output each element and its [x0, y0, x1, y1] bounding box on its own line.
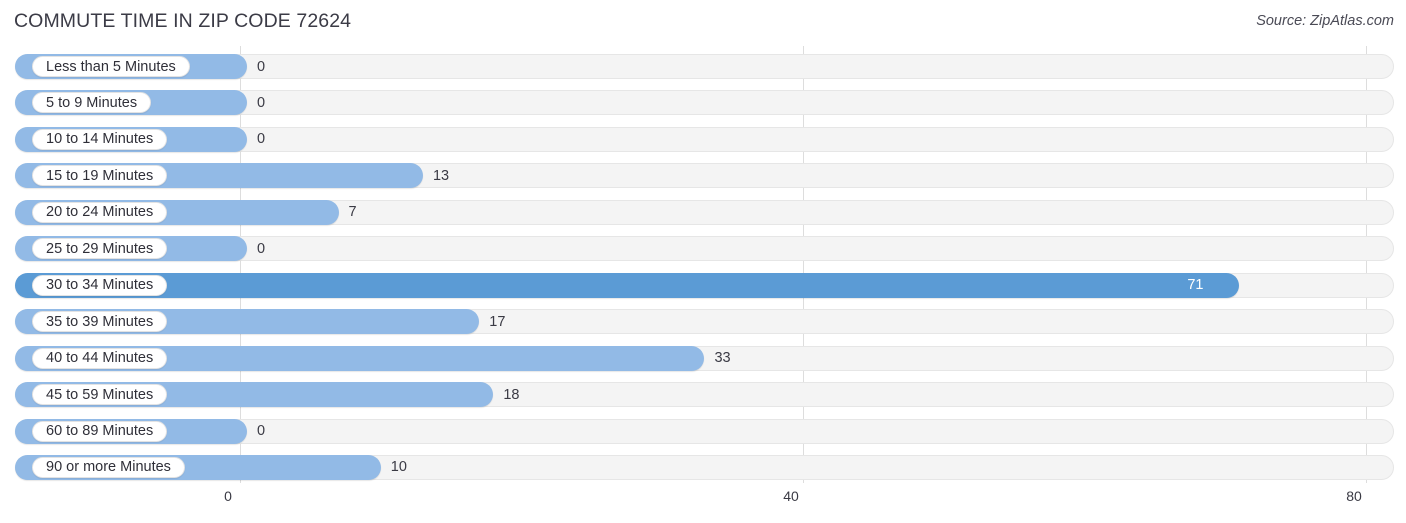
bar-row[interactable]: 30 to 34 Minutes 71: [15, 272, 1394, 298]
value-label: 0: [257, 94, 266, 111]
category-label: 5 to 9 Minutes: [32, 92, 152, 114]
value-label: 0: [257, 423, 266, 439]
chart-header: COMMUTE TIME IN ZIP CODE 72624 Source: Z…: [0, 0, 1406, 46]
category-label: 30 to 34 Minutes: [32, 274, 168, 296]
bar-row[interactable]: Less than 5 Minutes 0: [15, 54, 1394, 79]
bar-row[interactable]: 20 to 24 Minutes 7: [15, 199, 1394, 225]
x-tick-label: 40: [783, 488, 799, 504]
category-label: 35 to 39 Minutes: [32, 311, 168, 333]
category-label: Less than 5 Minutes: [32, 56, 190, 77]
chart-plot-area: Less than 5 Minutes 0 5 to 9 Minutes 0 10 to…: [0, 46, 1406, 483]
bar[interactable]: [15, 272, 1240, 298]
bar-row[interactable]: 5 to 9 Minutes 0: [15, 90, 1394, 116]
value-label: 17: [489, 313, 506, 330]
bar-row[interactable]: 10 to 14 Minutes 0: [15, 126, 1394, 152]
value-label: 0: [257, 131, 266, 148]
category-label: 45 to 59 Minutes: [32, 384, 168, 406]
category-label: 40 to 44 Minutes: [32, 347, 168, 369]
category-label: 60 to 89 Minutes: [32, 420, 168, 442]
source-attribution: Source: ZipAtlas.com: [1256, 13, 1394, 29]
value-label: 10: [390, 459, 407, 476]
value-label: 33: [714, 350, 731, 367]
bar-row[interactable]: 40 to 44 Minutes 33: [15, 345, 1394, 371]
category-label: 90 or more Minutes: [32, 456, 185, 478]
value-label: 7: [348, 204, 357, 221]
bar-row[interactable]: 45 to 59 Minutes 18: [15, 382, 1394, 408]
value-label: 18: [503, 386, 520, 403]
bar-row[interactable]: 90 or more Minutes 10: [15, 454, 1394, 480]
value-label: 13: [432, 167, 450, 184]
value-label: 71: [1187, 277, 1204, 294]
category-label: 15 to 19 Minutes: [32, 165, 168, 187]
x-axis: 0 40 80: [0, 483, 1406, 523]
bar-row[interactable]: 35 to 39 Minutes 17: [15, 309, 1394, 335]
page-title: COMMUTE TIME IN ZIP CODE 72624: [14, 10, 352, 32]
category-label: 20 to 24 Minutes: [32, 201, 168, 223]
x-tick-label: 0: [224, 488, 232, 504]
bar-row[interactable]: 15 to 19 Minutes 13: [15, 163, 1394, 189]
category-label: 25 to 29 Minutes: [32, 238, 168, 260]
bar-row[interactable]: 25 to 29 Minutes 0: [15, 236, 1394, 262]
bar-row[interactable]: 60 to 89 Minutes 0: [15, 418, 1394, 444]
value-label: 0: [257, 240, 266, 257]
category-label: 10 to 14 Minutes: [32, 128, 168, 150]
x-tick-label: 80: [1346, 488, 1362, 504]
value-label: 0: [257, 58, 266, 75]
